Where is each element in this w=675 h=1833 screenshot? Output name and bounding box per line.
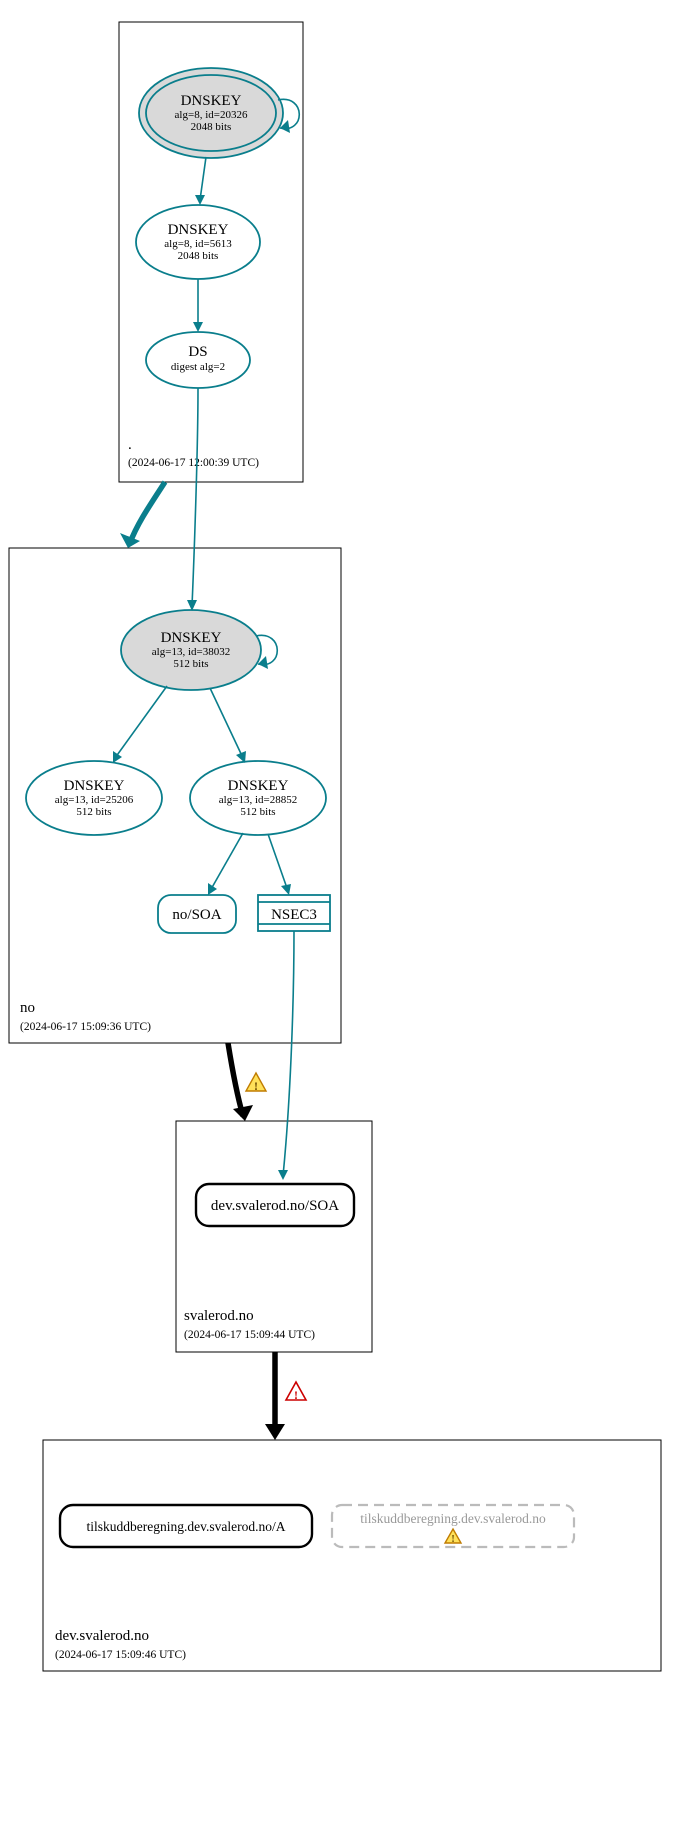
node-dev-extra-label: tilskuddberegning.dev.svalerod.no (360, 1511, 546, 1526)
node-no-nsec3-label: NSEC3 (271, 907, 317, 923)
arrowhead-no-zsk2-to-nsec3 (281, 884, 291, 895)
arrowhead-no-to-svalerod-zone (233, 1105, 253, 1121)
node-root-zsk-title: DNSKEY (168, 222, 229, 238)
zone-dev-svalerod-timestamp: (2024-06-17 15:09:46 UTC) (55, 1649, 186, 1661)
node-root-zsk-alg: alg=8, id=5613 (164, 238, 232, 250)
svg-text:!: ! (294, 1388, 298, 1402)
node-no-soa-label: no/SOA (172, 907, 221, 923)
node-dev-a: tilskuddberegning.dev.svalerod.no/A (60, 1505, 312, 1547)
svg-text:!: ! (254, 1079, 258, 1093)
node-no-zsk1: DNSKEY alg=13, id=25206 512 bits (26, 761, 162, 835)
node-no-soa: no/SOA (158, 895, 236, 933)
node-no-nsec3: NSEC3 (258, 895, 330, 931)
node-no-zsk2-alg: alg=13, id=28852 (219, 794, 297, 806)
arrowhead-nsec3-to-svalerod-soa (278, 1170, 288, 1180)
arrowhead-root-to-no-zone (120, 533, 140, 548)
edge-no-ksk-to-zsk2 (210, 688, 243, 758)
node-root-ksk-alg: alg=8, id=20326 (175, 109, 248, 121)
svg-text:!: ! (451, 1534, 454, 1545)
node-no-zsk2-bits: 512 bits (240, 806, 275, 818)
edge-no-zsk2-to-nsec3 (268, 834, 288, 891)
node-no-ksk: DNSKEY alg=13, id=38032 512 bits (121, 610, 261, 690)
zone-no-label: no (20, 1000, 35, 1016)
arrowhead-root-ksk-to-zsk (195, 195, 205, 205)
node-no-ksk-alg: alg=13, id=38032 (152, 646, 230, 658)
node-root-ksk-title: DNSKEY (181, 93, 242, 109)
arrowhead-root-zsk-to-ds (193, 322, 203, 332)
node-root-ksk-bits: 2048 bits (191, 121, 232, 133)
node-dev-extra: tilskuddberegning.dev.svalerod.no ! (332, 1505, 574, 1547)
node-root-ds: DS digest alg=2 (146, 332, 250, 388)
edge-nsec3-to-svalerod-soa (283, 931, 294, 1176)
edge-no-ksk-to-zsk1 (115, 686, 167, 758)
node-root-zsk: DNSKEY alg=8, id=5613 2048 bits (136, 205, 260, 279)
edge-root-ds-to-no-ksk (192, 388, 198, 606)
node-no-zsk2-title: DNSKEY (228, 778, 289, 794)
error-icon: ! (286, 1382, 306, 1402)
node-no-ksk-bits: 512 bits (173, 658, 208, 670)
node-no-zsk1-bits: 512 bits (76, 806, 111, 818)
node-no-zsk1-title: DNSKEY (64, 778, 125, 794)
edge-root-to-no-zone (130, 482, 165, 543)
node-no-zsk2: DNSKEY alg=13, id=28852 512 bits (190, 761, 326, 835)
node-root-ksk: DNSKEY alg=8, id=20326 2048 bits (139, 68, 283, 158)
zone-root-timestamp: (2024-06-17 12:00:39 UTC) (128, 457, 259, 469)
zone-svalerod-timestamp: (2024-06-17 15:09:44 UTC) (184, 1329, 315, 1341)
node-dev-a-label: tilskuddberegning.dev.svalerod.no/A (87, 1519, 286, 1534)
edge-no-zsk2-to-soa (210, 833, 243, 891)
arrowhead-no-ksk-to-zsk1 (113, 751, 122, 763)
node-svalerod-soa: dev.svalerod.no/SOA (196, 1184, 354, 1226)
edge-root-ksk-to-zsk (200, 157, 206, 200)
node-root-ds-digest: digest alg=2 (171, 361, 225, 373)
zone-svalerod-label: svalerod.no (184, 1308, 254, 1324)
zone-dev-svalerod-label: dev.svalerod.no (55, 1628, 149, 1644)
arrowhead-no-zsk2-to-soa (208, 883, 217, 895)
node-root-ds-title: DS (188, 344, 207, 360)
arrowhead-svalerod-to-dev-zone (265, 1424, 285, 1440)
warning-icon: ! (246, 1073, 266, 1093)
zone-root-label: . (128, 437, 132, 453)
node-no-zsk1-alg: alg=13, id=25206 (55, 794, 134, 806)
node-root-zsk-bits: 2048 bits (178, 250, 219, 262)
node-no-ksk-title: DNSKEY (161, 630, 222, 646)
zone-no-timestamp: (2024-06-17 15:09:36 UTC) (20, 1021, 151, 1033)
edge-no-to-svalerod-zone (228, 1043, 243, 1116)
node-svalerod-soa-label: dev.svalerod.no/SOA (211, 1198, 339, 1214)
